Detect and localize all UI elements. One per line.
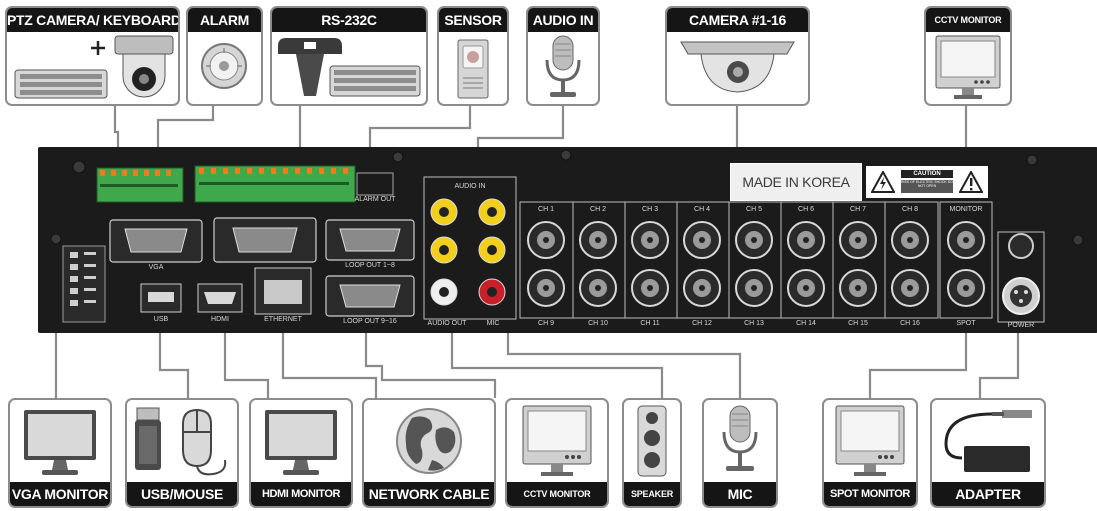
vga-panel-label: VGA: [148, 264, 164, 271]
monitor-icon: [24, 410, 96, 475]
cctv-monitor-top-box: CCTV MONITOR: [924, 6, 1012, 106]
usb-mouse-icon: [135, 407, 227, 476]
channel-label: CH 6: [798, 206, 814, 213]
warning-exclamation-icon: [959, 171, 983, 193]
sensor-box: SENSOR: [437, 6, 509, 106]
channel-label: CH 16: [900, 320, 920, 327]
channel-label: CH 9: [538, 320, 554, 327]
device-label: HDMI MONITOR: [251, 482, 351, 506]
rs232c-box: RS-232C: [270, 6, 428, 106]
device-label: VGA MONITOR: [10, 482, 110, 506]
vga-monitor-box: VGA MONITOR: [8, 398, 112, 508]
spot-monitor-box: SPOT MONITOR: [822, 398, 918, 508]
device-label: CCTV MONITOR: [507, 482, 607, 506]
rs232c-device-icon: [278, 38, 421, 97]
monitor-icon: [265, 410, 337, 475]
channel-label: CH 10: [588, 320, 608, 327]
speaker-box: SPEAKER: [622, 398, 682, 508]
dome-camera-icon: [680, 41, 795, 93]
microphone-icon: [722, 405, 758, 471]
hdmi-monitor-box: HDMI MONITOR: [249, 398, 353, 508]
device-label: CAMERA #1-16: [667, 8, 808, 32]
device-label: AUDIO IN: [528, 8, 598, 32]
channel-label: CH 5: [746, 206, 762, 213]
device-label: CCTV MONITOR: [926, 8, 1010, 32]
device-label: SPEAKER: [624, 482, 680, 506]
globe-icon: [396, 408, 462, 474]
speaker-icon: [637, 405, 667, 477]
channel-label: CH 8: [902, 206, 918, 213]
power-panel-label: POWER: [1007, 322, 1035, 329]
monitor-icon: [522, 405, 592, 476]
device-label: SENSOR: [439, 8, 507, 32]
device-label: MIC: [704, 482, 776, 506]
sensor-icon: [457, 39, 489, 99]
mic-box: MIC: [702, 398, 778, 508]
caution-label: CAUTION RISK OF ELECTRIC SHOCK DO NOT OP…: [866, 166, 988, 198]
ptz-camera-keyboard-icon: [14, 35, 174, 99]
caution-title: CAUTION: [901, 170, 953, 178]
device-label: PTZ CAMERA/ KEYBOARD: [7, 8, 178, 32]
monitor-icon: [835, 405, 905, 476]
warning-triangle-icon: [871, 171, 895, 193]
audio-in-box: AUDIO IN: [526, 6, 600, 106]
spot-panel-label: SPOT: [956, 320, 976, 327]
device-label: ALARM: [188, 8, 261, 32]
channel-label: CH 13: [744, 320, 764, 327]
audio-out-panel-label: AUDIO OUT: [427, 320, 467, 327]
cctv-monitor-bottom-box: CCTV MONITOR: [505, 398, 609, 508]
network-cable-box: NETWORK CABLE: [362, 398, 496, 508]
adapter-box: ADAPTER: [930, 398, 1046, 508]
ethernet-panel-label: ETHERNET: [264, 316, 302, 323]
device-label: NETWORK CABLE: [364, 482, 494, 506]
channel-label: CH 14: [796, 320, 816, 327]
device-label: ADAPTER: [932, 482, 1044, 506]
channel-label: CH 7: [850, 206, 866, 213]
channel-label: CH 15: [848, 320, 868, 327]
device-label: SPOT MONITOR: [824, 482, 916, 506]
made-in-korea-label: MADE IN KOREA: [730, 163, 862, 201]
channel-label: CH 11: [640, 320, 660, 327]
channel-label: CH 3: [642, 206, 658, 213]
hdmi-panel-label: HDMI: [211, 316, 229, 323]
channel-label: CH 12: [692, 320, 712, 327]
loop-out-1-8-label: LOOP OUT 1~8: [345, 262, 395, 269]
device-label: RS-232C: [272, 8, 426, 32]
channel-label: CH 2: [590, 206, 606, 213]
loop-out-9-16-label: LOOP OUT 9~16: [343, 318, 397, 325]
ptz-camera-keyboard-box: PTZ CAMERA/ KEYBOARD: [5, 6, 180, 106]
mic-panel-label: MIC: [486, 320, 500, 327]
monitor-icon: [935, 35, 1001, 99]
alarm-box: ALARM: [186, 6, 263, 106]
usb-panel-label: USB: [153, 316, 169, 323]
camera-box: CAMERA #1-16: [665, 6, 810, 106]
device-label: USB/MOUSE: [127, 482, 237, 506]
caution-text: RISK OF ELECTRIC SHOCK DO NOT OPEN: [901, 180, 953, 193]
channel-label: CH 4: [694, 206, 710, 213]
microphone-icon: [545, 35, 581, 97]
alarm-out-panel-label: ALARM OUT: [354, 196, 396, 203]
usb-mouse-box: USB/MOUSE: [125, 398, 239, 508]
monitor-panel-label: MONITOR: [949, 206, 983, 213]
audio-in-panel-label: AUDIO IN: [454, 183, 486, 190]
channel-label: CH 1: [538, 206, 554, 213]
power-adapter-icon: [944, 410, 1032, 472]
alarm-icon: [201, 43, 247, 89]
